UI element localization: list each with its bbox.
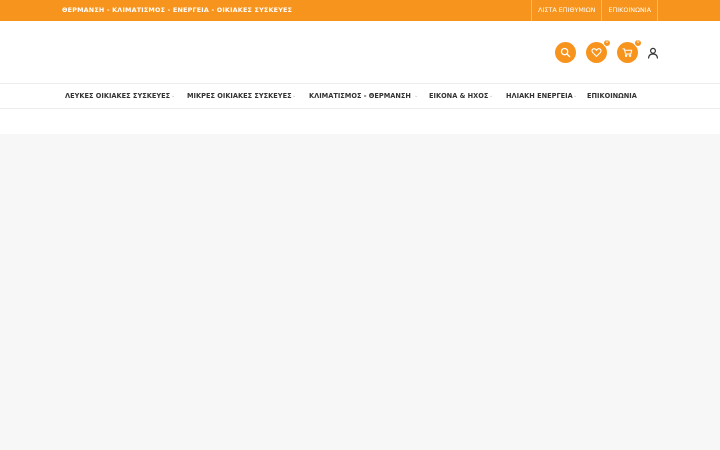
chevron-down-icon: ⌄ [171,93,176,99]
chevron-down-icon: ⌄ [573,93,578,99]
nav-item-contact[interactable]: ΕΠΙΚΟΙΝΩΝΙΑ [587,84,637,109]
wishlist-count-badge: 0 [603,39,611,47]
nav-item-climate-heating[interactable]: ΚΛΙΜΑΤΙΣΜΟΣ - ΘΕΡΜΑΝΣΗ [309,84,411,109]
user-icon [647,47,658,59]
top-bar: ΘΕΡΜΑΝΣΗ - ΚΛΙΜΑΤΙΣΜΟΣ - ΕΝΕΡΓΕΙΑ - ΟΙΚΙ… [0,0,720,21]
top-bar-links: ΛΙΣΤΑ ΕΠΙΘΥΜΙΩΝ ΕΠΙΚΟΙΝΩΝΙΑ [531,0,658,21]
top-bar-promo-text: ΘΕΡΜΑΝΣΗ - ΚΛΙΜΑΤΙΣΜΟΣ - ΕΝΕΡΓΕΙΑ - ΟΙΚΙ… [62,6,293,14]
heart-icon [591,48,602,57]
main-navigation: ΛΕΥΚΕΣ ΟΙΚΙΑΚΕΣ ΣΥΣΚΕΥΕΣ ⌄ ΜΙΚΡΕΣ ΟΙΚΙΑΚ… [0,84,720,109]
cart-icon [622,48,633,58]
content-top-band [0,109,720,134]
nav-item-white-appliances[interactable]: ΛΕΥΚΕΣ ΟΙΚΙΑΚΕΣ ΣΥΣΚΕΥΕΣ [65,84,170,109]
chevron-down-icon: ⌄ [292,93,297,99]
cart-button[interactable]: 0 [617,39,642,63]
chevron-down-icon: ⌄ [489,93,494,99]
nav-item-solar-energy[interactable]: ΗΛΙΑΚΗ ΕΝΕΡΓΕΙΑ [506,84,573,109]
account-button[interactable] [644,42,661,63]
search-icon [560,47,571,58]
wishlist-link[interactable]: ΛΙΣΤΑ ΕΠΙΘΥΜΙΩΝ [531,0,601,21]
search-button[interactable] [555,42,576,63]
site-header: 0 0 [0,21,720,84]
wishlist-button[interactable]: 0 [586,39,611,63]
nav-item-small-appliances[interactable]: ΜΙΚΡΕΣ ΟΙΚΙΑΚΕΣ ΣΥΣΚΕΥΕΣ [187,84,292,109]
nav-item-image-sound[interactable]: ΕΙΚΟΝΑ & ΗΧΟΣ [429,84,488,109]
chevron-down-icon: ⌄ [414,93,419,99]
cart-count-badge: 0 [634,39,642,47]
contact-link[interactable]: ΕΠΙΚΟΙΝΩΝΙΑ [601,0,658,21]
